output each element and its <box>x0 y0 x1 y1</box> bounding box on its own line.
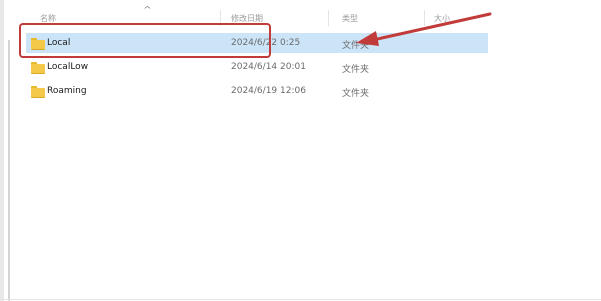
status-divider <box>0 299 601 300</box>
annotation-arrow <box>356 12 492 46</box>
